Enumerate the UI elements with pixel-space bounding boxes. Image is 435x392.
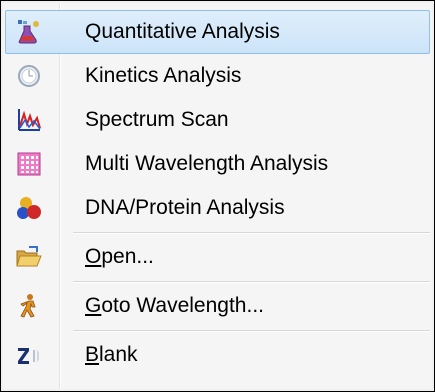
context-menu: Quantitative Analysis Kinetics Analysis	[0, 0, 435, 392]
label-rest: pen...	[101, 245, 154, 268]
label-rest: lank	[99, 343, 138, 366]
menu-item-blank[interactable]: Blank	[5, 333, 430, 377]
menu-item-open[interactable]: Open...	[5, 235, 430, 279]
menu-item-label: Kinetics Analysis	[85, 64, 242, 87]
mnemonic-letter: G	[85, 294, 102, 317]
menu-body: Quantitative Analysis Kinetics Analysis	[3, 3, 432, 389]
mnemonic-letter: O	[85, 245, 102, 268]
menu-item-goto-wavelength[interactable]: Goto Wavelength...	[5, 284, 430, 328]
menu-item-quantitative-analysis[interactable]: Quantitative Analysis	[5, 10, 430, 54]
menu-separator	[73, 232, 430, 234]
menu-item-label: Open...	[85, 235, 154, 279]
open-folder-icon	[15, 243, 43, 271]
menu-item-label: Goto Wavelength...	[85, 284, 264, 328]
menu-item-dna-protein-analysis[interactable]: DNA/Protein Analysis	[5, 186, 430, 230]
blank-icon	[15, 341, 43, 369]
quantitative-analysis-icon	[15, 18, 43, 46]
menu-item-kinetics-analysis[interactable]: Kinetics Analysis	[5, 54, 430, 98]
menu-item-spectrum-scan[interactable]: Spectrum Scan	[5, 98, 430, 142]
menu-separator	[73, 330, 430, 332]
menu-item-label: Multi Wavelength Analysis	[85, 152, 329, 175]
menu-item-label: DNA/Protein Analysis	[85, 196, 285, 219]
menu-item-multi-wavelength-analysis[interactable]: Multi Wavelength Analysis	[5, 142, 430, 186]
menu-item-label: Quantitative Analysis	[85, 20, 280, 43]
spectrum-scan-icon	[15, 106, 43, 134]
menu-item-label: Spectrum Scan	[85, 108, 229, 131]
dna-protein-icon	[15, 194, 43, 222]
menu-separator	[73, 281, 430, 283]
multi-wavelength-icon	[15, 150, 43, 178]
mnemonic-letter: B	[85, 343, 100, 366]
menu-item-label: Blank	[85, 333, 138, 377]
kinetics-analysis-icon	[15, 62, 43, 90]
label-rest: oto Wavelength...	[101, 294, 264, 317]
goto-wavelength-icon	[15, 292, 43, 320]
